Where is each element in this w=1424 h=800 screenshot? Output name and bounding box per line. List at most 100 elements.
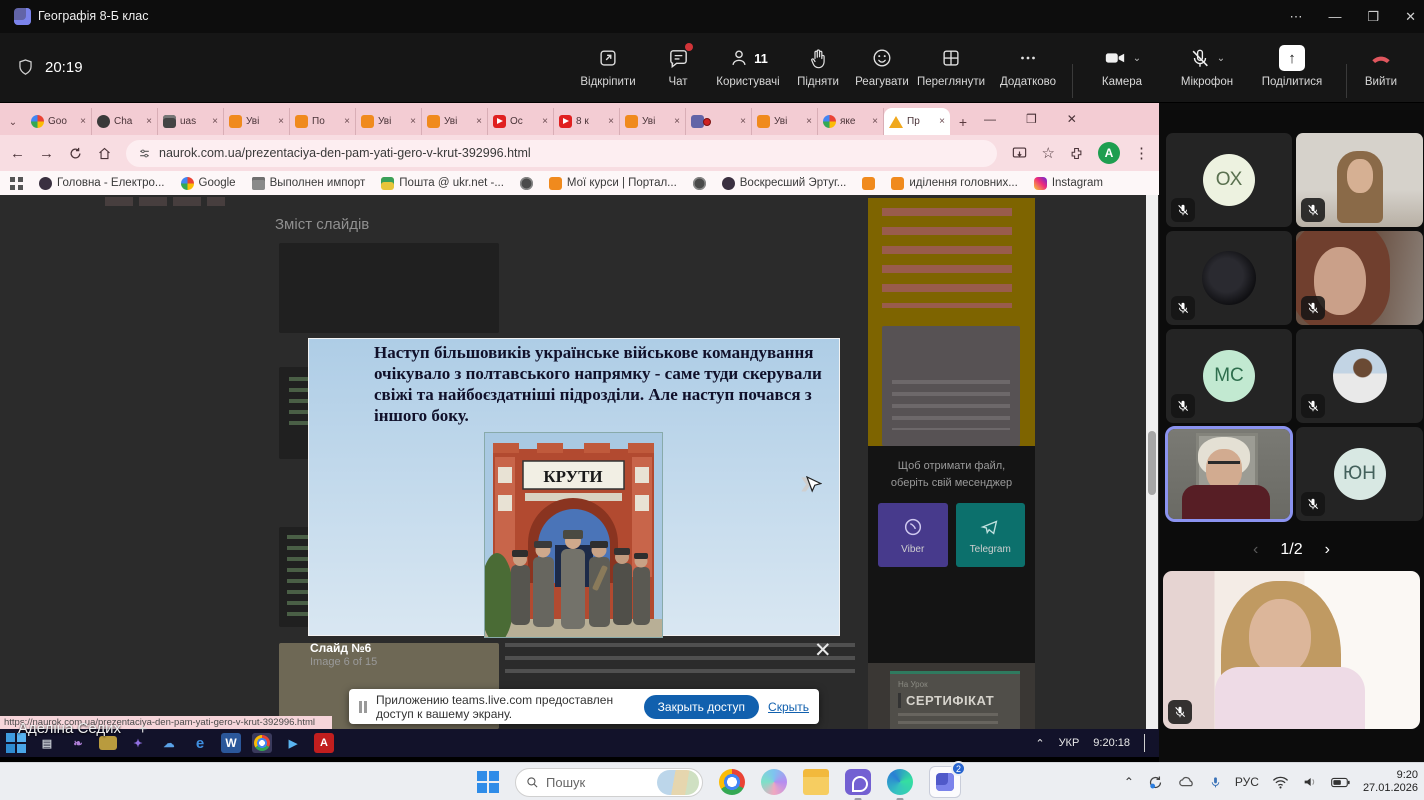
bookmark-item[interactable]: Мої курси | Портал... — [548, 176, 677, 190]
active-speaker-tile[interactable] — [1165, 426, 1293, 522]
show-desktop-divider[interactable] — [1144, 734, 1145, 752]
chrome-taskbar-icon[interactable] — [252, 733, 272, 753]
naurok-favicon[interactable] — [862, 176, 876, 190]
browser-tab[interactable]: Goo × — [26, 108, 92, 135]
viber-button[interactable]: Viber — [878, 503, 948, 567]
tray-chevron-icon[interactable]: ⌃ — [1124, 775, 1134, 789]
wifi-icon[interactable] — [1272, 776, 1289, 789]
media-player-icon[interactable]: ▶ — [283, 733, 303, 753]
bookmark-item[interactable]: Instagram — [1033, 176, 1103, 190]
participant-tile[interactable]: ЮН — [1296, 427, 1423, 521]
participant-tile[interactable] — [1296, 231, 1423, 325]
speaker-icon[interactable] — [1302, 775, 1318, 789]
adobe-icon[interactable]: A — [314, 733, 334, 753]
tab-close-icon[interactable]: × — [80, 116, 86, 127]
camera-chevron-icon[interactable]: ⌄ — [1133, 53, 1141, 64]
camera-button[interactable]: ⌄ Камера — [1078, 45, 1166, 89]
page-scrollbar[interactable] — [1146, 195, 1158, 757]
self-video-tile[interactable] — [1163, 571, 1420, 729]
browser-tab[interactable]: Уві × — [752, 108, 818, 135]
tab-search-chevron-icon[interactable]: ⌄ — [0, 109, 26, 135]
tab-close-icon[interactable]: × — [674, 116, 680, 127]
minimize-icon[interactable]: — — [1328, 9, 1341, 24]
tab-close-icon[interactable]: × — [608, 116, 614, 127]
reload-icon[interactable] — [68, 146, 83, 161]
browser-tab[interactable]: 8 к × — [554, 108, 620, 135]
tray-language[interactable]: РУС — [1235, 775, 1259, 789]
new-tab-icon[interactable]: + — [950, 109, 976, 135]
view-button[interactable]: Переглянути — [907, 45, 995, 88]
tab-close-icon[interactable]: × — [939, 116, 945, 127]
browser-minimize-icon[interactable]: — — [984, 112, 996, 126]
chrome-icon[interactable] — [719, 769, 745, 795]
browser-tab[interactable]: Ос × — [488, 108, 554, 135]
pager-next-icon[interactable]: › — [1325, 541, 1330, 559]
telegram-button[interactable]: Telegram — [955, 503, 1025, 567]
close-icon[interactable]: ✕ — [1405, 9, 1416, 25]
browser-tab[interactable]: uas × — [158, 108, 224, 135]
browser-tab[interactable]: Уві × — [422, 108, 488, 135]
browser-tab[interactable]: × — [686, 108, 752, 135]
tab-close-icon[interactable]: × — [278, 116, 284, 127]
extensions-icon[interactable] — [1069, 146, 1084, 161]
inner-tray-time[interactable]: 9:20:18 — [1093, 737, 1130, 749]
browser-tab[interactable]: Cha × — [92, 108, 158, 135]
inner-tray-language[interactable]: УКР — [1059, 737, 1080, 749]
participant-tile[interactable]: ОХ — [1166, 133, 1292, 227]
browser-tab[interactable]: Уві × — [620, 108, 686, 135]
edge-legacy-icon[interactable]: e — [190, 733, 210, 753]
tray-clock[interactable]: 9:20 27.01.2026 — [1363, 769, 1418, 795]
browser-tab[interactable]: Уві × — [224, 108, 290, 135]
word-icon[interactable]: W — [221, 733, 241, 753]
site-settings-icon[interactable] — [138, 147, 151, 160]
browser-close-icon[interactable]: ✕ — [1067, 112, 1077, 126]
globe-favicon[interactable] — [692, 176, 706, 190]
teams-taskbar-icon[interactable]: 2 — [929, 761, 966, 798]
mic-button[interactable]: ⌄ Мікрофон — [1163, 45, 1251, 88]
browser-maximize-icon[interactable]: ❒ — [1026, 112, 1037, 126]
tray-chevron-icon[interactable]: ⌃ — [1035, 737, 1044, 750]
tab-close-icon[interactable]: × — [806, 116, 812, 127]
bookmark-item[interactable]: Воскресший Эртуг... — [721, 176, 846, 190]
browser-tab[interactable]: яке × — [818, 108, 884, 135]
windows-start-icon[interactable] — [477, 771, 499, 793]
sync-icon[interactable] — [1147, 774, 1164, 791]
bookmark-star-icon[interactable]: ☆ — [1042, 144, 1055, 162]
profile-avatar[interactable]: A — [1098, 142, 1120, 164]
scrollbar-thumb[interactable] — [1148, 431, 1156, 495]
copilot-icon[interactable] — [761, 769, 787, 795]
onedrive-icon[interactable] — [1177, 775, 1196, 789]
apps-grid-icon[interactable] — [10, 176, 23, 190]
back-icon[interactable]: ← — [10, 145, 25, 162]
window-menu-icon[interactable]: ⋯ — [1289, 9, 1302, 25]
folder-app-icon[interactable] — [99, 736, 117, 750]
tab-close-icon[interactable]: × — [542, 116, 548, 127]
edge-icon[interactable] — [887, 769, 913, 800]
mic-chevron-icon[interactable]: ⌄ — [1217, 53, 1225, 64]
taskbar-search[interactable]: Пошук — [515, 767, 703, 797]
cloud-app-icon[interactable]: ☁ — [159, 733, 179, 753]
tab-close-icon[interactable]: × — [740, 116, 746, 127]
bookmark-folder[interactable]: Выполнен импорт — [251, 176, 365, 190]
tab-close-icon[interactable]: × — [476, 116, 482, 127]
tab-close-icon[interactable]: × — [344, 116, 350, 127]
participant-tile[interactable] — [1296, 329, 1423, 423]
share-screen-button[interactable]: ↑ Поділитися — [1248, 45, 1336, 88]
tray-mic-icon[interactable] — [1209, 774, 1222, 791]
bookmark-item[interactable]: Пошта @ ukr.net -... — [381, 176, 504, 190]
tab-close-icon[interactable]: × — [146, 116, 152, 127]
bookmark-item[interactable]: иділення головних... — [891, 176, 1018, 190]
lightbox-close-icon[interactable]: ✕ — [814, 638, 832, 663]
leave-button[interactable]: Вийти — [1337, 45, 1424, 88]
stop-sharing-button[interactable]: Закрыть доступ — [643, 694, 760, 719]
home-icon[interactable] — [97, 146, 112, 161]
tab-close-icon[interactable]: × — [872, 116, 878, 127]
forward-icon[interactable]: → — [39, 145, 54, 162]
maximize-icon[interactable]: ❒ — [1367, 9, 1379, 25]
hide-banner-link[interactable]: Скрыть — [768, 700, 809, 714]
browser-menu-icon[interactable]: ⋮ — [1134, 144, 1149, 162]
browser-tab[interactable]: Уві × — [356, 108, 422, 135]
slide-thumbnail[interactable] — [279, 243, 499, 333]
bookmark-item[interactable]: Google — [180, 176, 236, 190]
install-icon[interactable] — [1011, 146, 1028, 161]
